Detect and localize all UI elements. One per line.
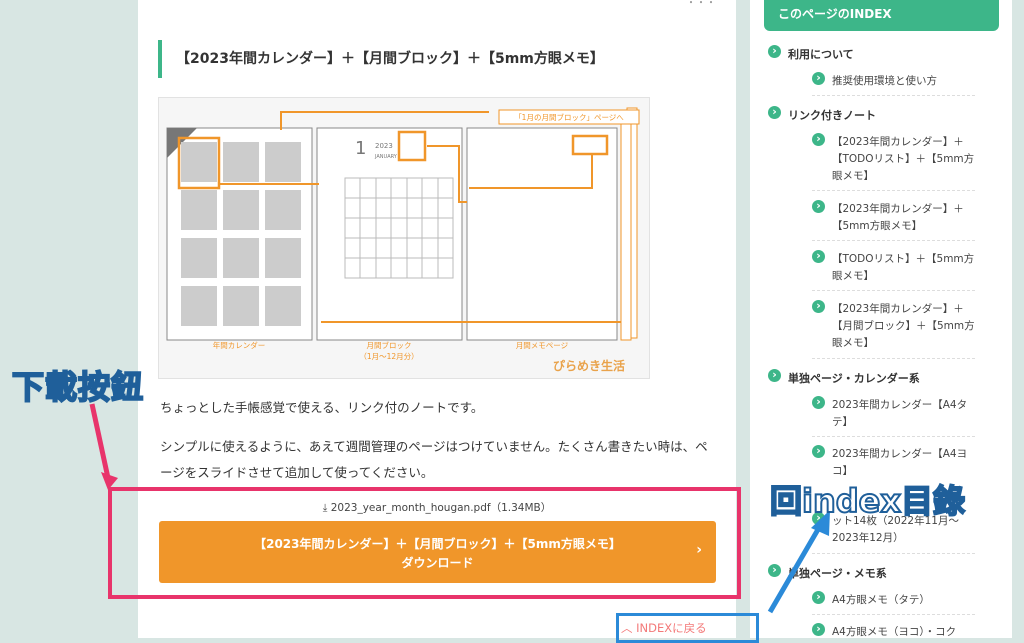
sidebar-section-usage[interactable]: 利用について	[768, 45, 854, 62]
sidebar-item-environment[interactable]: 推奨使用環境と使い方	[812, 72, 975, 90]
top-dots: ・・・	[686, 0, 716, 9]
description-2-line2: ージをスライドさせて追加して使ってください。	[160, 465, 434, 480]
sidebar-item-calendar-block-memo[interactable]: 【2023年間カレンダー】＋【月間ブロック】＋【5mm方眼メモ】	[812, 300, 975, 352]
divider	[812, 358, 975, 359]
preview-label-monthly-range: （1月〜12月分）	[359, 352, 418, 361]
preview-big-number: 1	[355, 138, 366, 159]
divider	[812, 240, 975, 241]
description-2-line1: シンプルに使えるように、あえて週間管理のページはつけていません。たくさん書きたい…	[160, 439, 708, 454]
preview-month: JANUARY	[374, 154, 398, 160]
sidebar-item-calendar-a4-landscape[interactable]: 2023年間カレンダー【A4ヨコ】	[812, 445, 975, 480]
preview-brand-logo: ぴらめき生活	[553, 358, 625, 373]
preview-label-memo: 月間メモページ	[516, 341, 569, 350]
sidebar-item-a4-memo-landscape[interactable]: A4方眼メモ（ヨコ）・コク	[812, 623, 975, 641]
divider	[812, 436, 975, 437]
annotation-download-label: 下載按鈕	[11, 367, 145, 407]
sidebar-item-todo-memo[interactable]: 【TODOリスト】＋【5mm方眼メモ】	[812, 250, 975, 285]
download-highlight-box	[108, 487, 741, 599]
notebook-preview-image: 「1月の月間ブロック」ページへ 1 2023 JANUARY 年間カレンダー 月…	[158, 97, 650, 379]
index-highlight-box	[616, 613, 759, 643]
divider	[812, 290, 975, 291]
sidebar-item-a4-memo-portrait[interactable]: A4方眼メモ（タテ）	[812, 591, 975, 609]
preview-label-annual: 年間カレンダー	[213, 340, 266, 350]
divider	[812, 190, 975, 191]
sidebar-section-memo[interactable]: 単独ページ・メモ系	[768, 564, 887, 581]
divider	[812, 614, 975, 615]
annotation-index-label: 回index目錄	[769, 481, 966, 521]
sidebar-item-calendar-a4-portrait[interactable]: 2023年間カレンダー【A4タテ】	[812, 396, 975, 431]
divider	[812, 553, 975, 554]
preview-year: 2023	[375, 142, 393, 150]
description-1: ちょっとした手帳感覚で使える、リンク付のノートです。	[160, 400, 484, 415]
sidebar-section-calendar[interactable]: 単独ページ・カレンダー系	[768, 369, 920, 386]
sidebar-section-linked-notes[interactable]: リンク付きノート	[768, 106, 876, 123]
sidebar-item-calendar-todo-memo[interactable]: 【2023年間カレンダー】＋【TODOリスト】＋【5mm方眼メモ】	[812, 133, 975, 185]
preview-illustration: 「1月の月間ブロック」ページへ 1 2023 JANUARY 年間カレンダー 月…	[166, 107, 640, 373]
divider	[812, 95, 975, 96]
preview-label-monthly: 月間ブロック	[367, 340, 412, 350]
section-heading: 【2023年間カレンダー】＋【月間ブロック】＋【5mm方眼メモ】	[158, 40, 698, 78]
sidebar-index: このページのINDEX 利用について 推奨使用環境と使い方 リンク付きノート 【…	[750, 0, 1012, 638]
preview-callout: 「1月の月間ブロック」ページへ	[514, 112, 624, 122]
description-2: シンプルに使えるように、あえて週間管理のページはつけていません。たくさん書きたい…	[160, 434, 720, 486]
sidebar-item-calendar-memo[interactable]: 【2023年間カレンダー】＋【5mm方眼メモ】	[812, 200, 975, 235]
sidebar-title: このページのINDEX	[764, 0, 999, 31]
